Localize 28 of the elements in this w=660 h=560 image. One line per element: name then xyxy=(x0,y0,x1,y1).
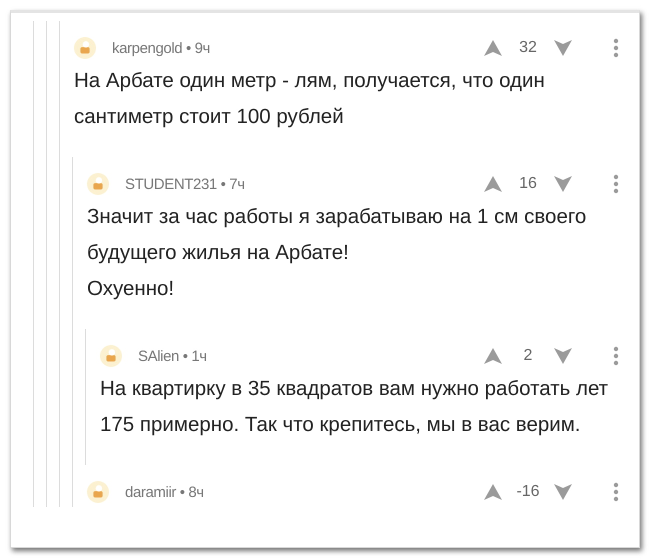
comment-meta: karpengold • 9ч xyxy=(112,40,210,56)
downvote-icon[interactable] xyxy=(553,39,573,57)
vote-count: 2 xyxy=(522,347,534,365)
upvote-icon[interactable] xyxy=(483,347,503,365)
vote-count: 32 xyxy=(518,39,538,57)
comment-text: Значит за час работы я зарабатываю на 1 см своего будущего жилья на Арбате! xyxy=(87,204,588,266)
more-options-icon[interactable] xyxy=(613,346,619,366)
vote-count: -16 xyxy=(515,483,541,501)
avatar-icon[interactable] xyxy=(100,345,122,367)
downvote-icon[interactable] xyxy=(553,175,573,193)
downvote-icon[interactable] xyxy=(553,483,573,501)
more-options-icon[interactable] xyxy=(613,38,619,58)
upvote-icon[interactable] xyxy=(483,175,503,193)
upvote-icon[interactable] xyxy=(483,39,503,57)
downvote-icon[interactable] xyxy=(553,347,573,365)
comment-meta: SAlien • 1ч xyxy=(138,348,207,364)
comment-text: На квартирку в 35 квадратов вам нужно работать лет 175 примерно. Так что крепитесь, мы в вас верим. xyxy=(100,376,610,438)
avatar-icon[interactable] xyxy=(74,37,96,59)
more-options-icon[interactable] xyxy=(613,482,619,502)
upvote-icon[interactable] xyxy=(483,483,503,501)
more-options-icon[interactable] xyxy=(613,174,619,194)
avatar-icon[interactable] xyxy=(87,481,109,503)
comment-meta: daramiir • 8ч xyxy=(125,484,204,500)
comment-meta: STUDENT231 • 7ч xyxy=(125,176,245,192)
comment-text: На Арбате один метр - лям, получается, что один сантиметр стоит 100 рублей xyxy=(74,68,546,130)
vote-count: 16 xyxy=(518,175,538,193)
comment-text: Охуенно! xyxy=(87,276,176,302)
avatar-icon[interactable] xyxy=(87,173,109,195)
